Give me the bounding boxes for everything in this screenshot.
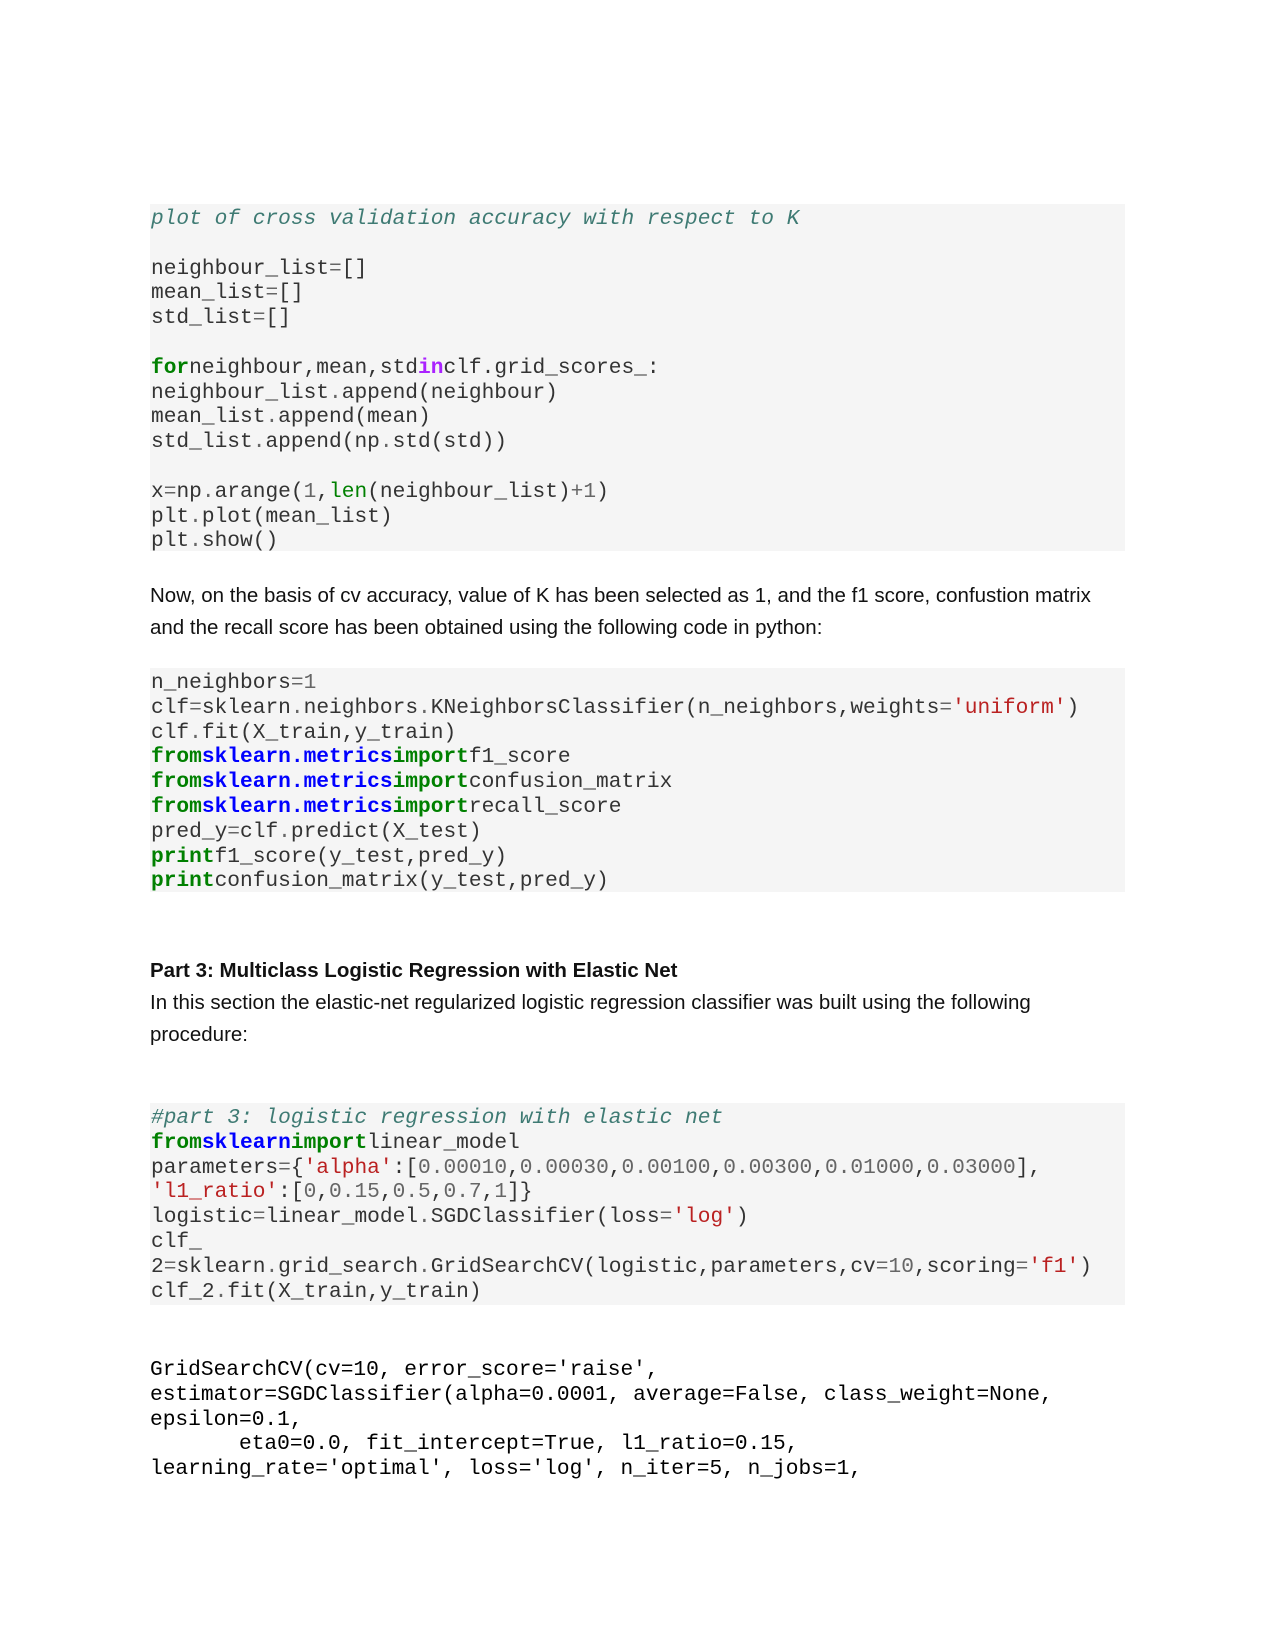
- code-line: plt.show(): [151, 529, 279, 554]
- code-line: std_list.append(np.std(std)): [151, 430, 508, 455]
- code-block-knn: n_neighbors=1 clf=sklearn.neighbors.KNei…: [150, 668, 1125, 894]
- code-line: std_list=[]: [151, 306, 291, 331]
- code-line: fromsklearn.metricsimportconfusion_matri…: [151, 770, 673, 795]
- code-line: clf.fit(X_train,y_train): [151, 720, 457, 745]
- code-line: fromsklearnimportlinear_model: [151, 1130, 520, 1155]
- code-line: 2=sklearn.grid_search.GridSearchCV(logis…: [151, 1254, 1092, 1279]
- code-line: pred_y=clf.predict(X_test): [151, 819, 482, 844]
- code-line: mean_list.append(mean): [151, 405, 431, 430]
- code-comment: #part 3: logistic regression with elasti…: [151, 1106, 724, 1130]
- code-block-elastic-net: #part 3: logistic regression with elasti…: [150, 1103, 1125, 1305]
- paragraph-cv-selection: Now, on the basis of cv accuracy, value …: [150, 584, 1091, 639]
- code-line: n_neighbors=1: [151, 671, 317, 695]
- output-line: learning_rate='optimal', loss='log', n_i…: [150, 1457, 863, 1482]
- output-block-gridsearch: GridSearchCV(cv=10, error_score='raise',…: [150, 1358, 1150, 1482]
- code-line: neighbour_list.append(neighbour): [151, 380, 558, 405]
- code-line: x=np.arange(1,len(neighbour_list)+1): [151, 479, 609, 504]
- code-line: logistic=linear_model.SGDClassifier(loss…: [151, 1205, 749, 1230]
- output-line: GridSearchCV(cv=10, error_score='raise',: [150, 1358, 659, 1382]
- paragraph-procedure: In this section the elastic-net regulari…: [150, 991, 1031, 1046]
- code-line: 'l1_ratio':[0,0.15,0.5,0.7,1]}: [151, 1180, 533, 1205]
- output-line: estimator=SGDClassifier(alpha=0.0001, av…: [150, 1382, 1053, 1407]
- code-block-cv-plot: plot of cross validation accuracy with r…: [150, 204, 1125, 554]
- code-line: printf1_score(y_test,pred_y): [151, 844, 508, 869]
- output-line: epsilon=0.1,: [150, 1407, 303, 1432]
- code-line: clf_2.fit(X_train,y_train): [151, 1279, 482, 1304]
- code-line: mean_list=[]: [151, 281, 304, 306]
- code-comment: plot of cross validation accuracy with r…: [151, 207, 800, 231]
- code-line: fromsklearn.metricsimportrecall_score: [151, 794, 622, 819]
- output-line: eta0=0.0, fit_intercept=True, l1_ratio=0…: [150, 1432, 799, 1457]
- code-line: printconfusion_matrix(y_test,pred_y): [151, 869, 609, 894]
- code-line: fromsklearn.metricsimportf1_score: [151, 745, 571, 770]
- code-line: parameters={'alpha':[0.00010,0.00030,0.0…: [151, 1155, 1042, 1180]
- section-heading: Part 3: Multiclass Logistic Regression w…: [150, 959, 678, 982]
- code-line: forneighbour,mean,stdinclf.grid_scores_:: [151, 355, 660, 380]
- code-line: clf_: [151, 1229, 202, 1254]
- code-line: clf=sklearn.neighbors.KNeighborsClassifi…: [151, 695, 1080, 720]
- code-line: plt.plot(mean_list): [151, 504, 393, 529]
- code-line: neighbour_list=[]: [151, 256, 368, 281]
